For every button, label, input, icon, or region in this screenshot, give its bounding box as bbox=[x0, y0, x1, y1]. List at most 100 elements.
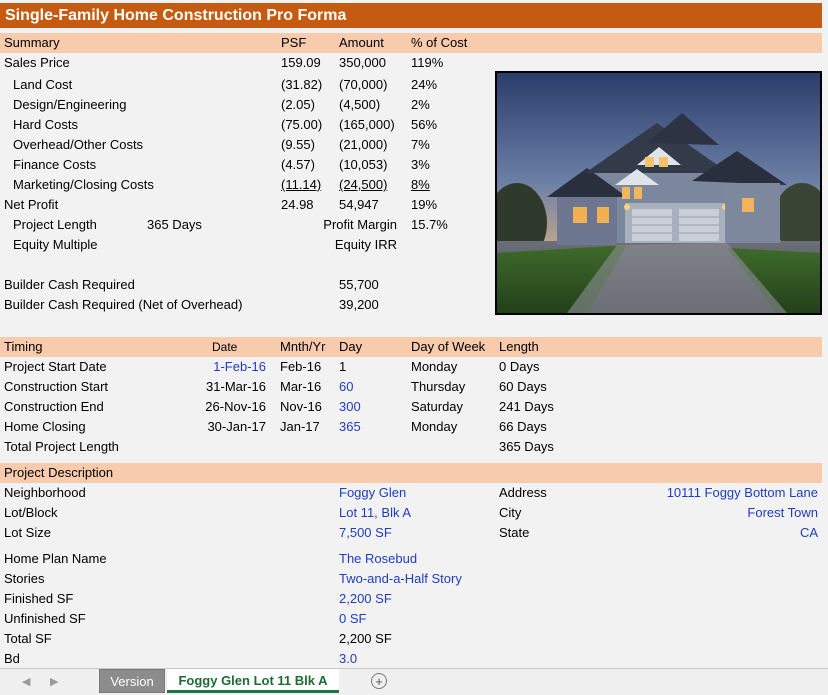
total-sf-label: Total SF bbox=[4, 631, 52, 646]
amount-header: Amount bbox=[339, 35, 384, 50]
builder-cash-net-value[interactable]: 39,200 bbox=[339, 295, 379, 315]
sales-price-amount[interactable]: 350,000 bbox=[339, 53, 386, 73]
construction-end-dow[interactable]: Saturday bbox=[411, 397, 463, 417]
home-closing-day[interactable]: 365 bbox=[339, 417, 361, 437]
hard-costs-label: Hard Costs bbox=[13, 117, 79, 132]
land-cost-amount[interactable]: (70,000) bbox=[339, 75, 387, 95]
state-label: State bbox=[499, 525, 530, 540]
lot-size-label: Lot Size bbox=[4, 525, 51, 540]
home-closing-dow[interactable]: Monday bbox=[411, 417, 457, 437]
net-profit-psf[interactable]: 24.98 bbox=[281, 195, 314, 215]
day-header: Day bbox=[339, 339, 363, 354]
lot-block-value[interactable]: Lot 11, Blk A bbox=[339, 503, 411, 523]
summary-header: Summary bbox=[4, 35, 60, 50]
design-pct[interactable]: 2% bbox=[411, 95, 430, 115]
construction-end-mnth[interactable]: Nov-16 bbox=[280, 397, 322, 417]
tab-version[interactable]: Version bbox=[99, 669, 165, 693]
home-plan-value[interactable]: The Rosebud bbox=[339, 549, 417, 569]
land-cost-psf[interactable]: (31.82) bbox=[281, 75, 322, 95]
net-profit-label: Net Profit bbox=[4, 197, 59, 212]
overhead-label: Overhead/Other Costs bbox=[13, 137, 144, 152]
sales-price-psf[interactable]: 159.09 bbox=[281, 53, 321, 73]
bd-label: Bd bbox=[4, 651, 20, 666]
finance-amount[interactable]: (10,053) bbox=[339, 155, 387, 175]
home-plan-label: Home Plan Name bbox=[4, 551, 107, 566]
net-profit-pct[interactable]: 19% bbox=[411, 195, 437, 215]
finance-pct[interactable]: 3% bbox=[411, 155, 430, 175]
project-length-value[interactable]: 365 Days bbox=[147, 215, 202, 235]
neighborhood-value[interactable]: Foggy Glen bbox=[339, 483, 406, 503]
address-label: Address bbox=[499, 485, 547, 500]
construction-end-length[interactable]: 241 Days bbox=[499, 397, 554, 417]
project-start-day[interactable]: 1 bbox=[339, 357, 346, 377]
construction-start-date[interactable]: 31-Mar-16 bbox=[200, 377, 266, 397]
scroll-left-icon[interactable]: ◀ bbox=[22, 673, 30, 691]
equity-irr-label: Equity IRR bbox=[334, 237, 397, 252]
total-sf-value[interactable]: 2,200 SF bbox=[339, 629, 392, 649]
finished-sf-label: Finished SF bbox=[4, 591, 74, 606]
land-cost-label: Land Cost bbox=[13, 77, 73, 92]
pct-header: % of Cost bbox=[411, 35, 468, 50]
state-value[interactable]: CA bbox=[600, 523, 818, 543]
total-length-label: Total Project Length bbox=[4, 439, 119, 454]
design-label: Design/Engineering bbox=[13, 97, 127, 112]
hard-costs-pct[interactable]: 56% bbox=[411, 115, 437, 135]
unfinished-sf-value[interactable]: 0 SF bbox=[339, 609, 366, 629]
description-header: Project Description bbox=[4, 465, 114, 480]
home-closing-length[interactable]: 66 Days bbox=[499, 417, 547, 437]
sheet-title: Single-Family Home Construction Pro Form… bbox=[0, 3, 822, 28]
construction-end-label: Construction End bbox=[4, 399, 104, 414]
home-closing-date[interactable]: 30-Jan-17 bbox=[200, 417, 266, 437]
overhead-psf[interactable]: (9.55) bbox=[281, 135, 315, 155]
marketing-label: Marketing/Closing Costs bbox=[13, 177, 154, 192]
marketing-psf[interactable]: (11.14) bbox=[281, 175, 321, 195]
date-header: Date bbox=[212, 340, 238, 354]
marketing-amount[interactable]: (24,500) bbox=[339, 175, 387, 195]
net-profit-amount[interactable]: 54,947 bbox=[339, 195, 379, 215]
design-psf[interactable]: (2.05) bbox=[281, 95, 315, 115]
overhead-amount[interactable]: (21,000) bbox=[339, 135, 387, 155]
construction-start-mnth[interactable]: Mar-16 bbox=[280, 377, 321, 397]
stories-value[interactable]: Two-and-a-Half Story bbox=[339, 569, 462, 589]
total-length-value[interactable]: 365 Days bbox=[499, 437, 554, 457]
home-closing-mnth[interactable]: Jan-17 bbox=[280, 417, 320, 437]
bd-value[interactable]: 3.0 bbox=[339, 649, 357, 668]
dow-header: Day of Week bbox=[411, 339, 486, 354]
city-value[interactable]: Forest Town bbox=[600, 503, 818, 523]
description-header-row bbox=[0, 463, 822, 483]
finance-label: Finance Costs bbox=[13, 157, 97, 172]
scroll-right-icon[interactable]: ▶ bbox=[50, 673, 58, 691]
worksheet[interactable]: Single-Family Home Construction Pro Form… bbox=[0, 0, 828, 668]
overhead-pct[interactable]: 7% bbox=[411, 135, 430, 155]
construction-start-dow[interactable]: Thursday bbox=[411, 377, 465, 397]
add-sheet-icon[interactable]: + bbox=[371, 673, 387, 689]
builder-cash-value[interactable]: 55,700 bbox=[339, 275, 379, 295]
hard-costs-amount[interactable]: (165,000) bbox=[339, 115, 395, 135]
design-amount[interactable]: (4,500) bbox=[339, 95, 380, 115]
unfinished-sf-label: Unfinished SF bbox=[4, 611, 86, 626]
project-start-length[interactable]: 0 Days bbox=[499, 357, 539, 377]
project-start-date[interactable]: 1-Feb-16 bbox=[200, 357, 266, 377]
construction-start-length[interactable]: 60 Days bbox=[499, 377, 547, 397]
timing-header: Timing bbox=[4, 339, 43, 354]
project-start-mnth[interactable]: Feb-16 bbox=[280, 357, 321, 377]
project-start-dow[interactable]: Monday bbox=[411, 357, 457, 377]
finance-psf[interactable]: (4.57) bbox=[281, 155, 315, 175]
profit-margin-label: Profit Margin bbox=[323, 217, 397, 232]
lot-block-label: Lot/Block bbox=[4, 505, 58, 520]
tab-foggy-glen[interactable]: Foggy Glen Lot 11 Blk A bbox=[167, 669, 339, 693]
construction-start-day[interactable]: 60 bbox=[339, 377, 353, 397]
construction-end-date[interactable]: 26-Nov-16 bbox=[200, 397, 266, 417]
construction-end-day[interactable]: 300 bbox=[339, 397, 361, 417]
profit-margin-value[interactable]: 15.7% bbox=[411, 215, 448, 235]
sales-price-pct[interactable]: 119% bbox=[411, 53, 443, 73]
house-photo[interactable] bbox=[495, 71, 822, 315]
marketing-pct[interactable]: 8% bbox=[411, 175, 430, 195]
address-value[interactable]: 10111 Foggy Bottom Lane bbox=[600, 483, 818, 503]
land-cost-pct[interactable]: 24% bbox=[411, 75, 437, 95]
hard-costs-psf[interactable]: (75.00) bbox=[281, 115, 322, 135]
home-closing-label: Home Closing bbox=[4, 419, 86, 434]
lot-size-value[interactable]: 7,500 SF bbox=[339, 523, 392, 543]
psf-header: PSF bbox=[281, 35, 307, 50]
finished-sf-value[interactable]: 2,200 SF bbox=[339, 589, 392, 609]
